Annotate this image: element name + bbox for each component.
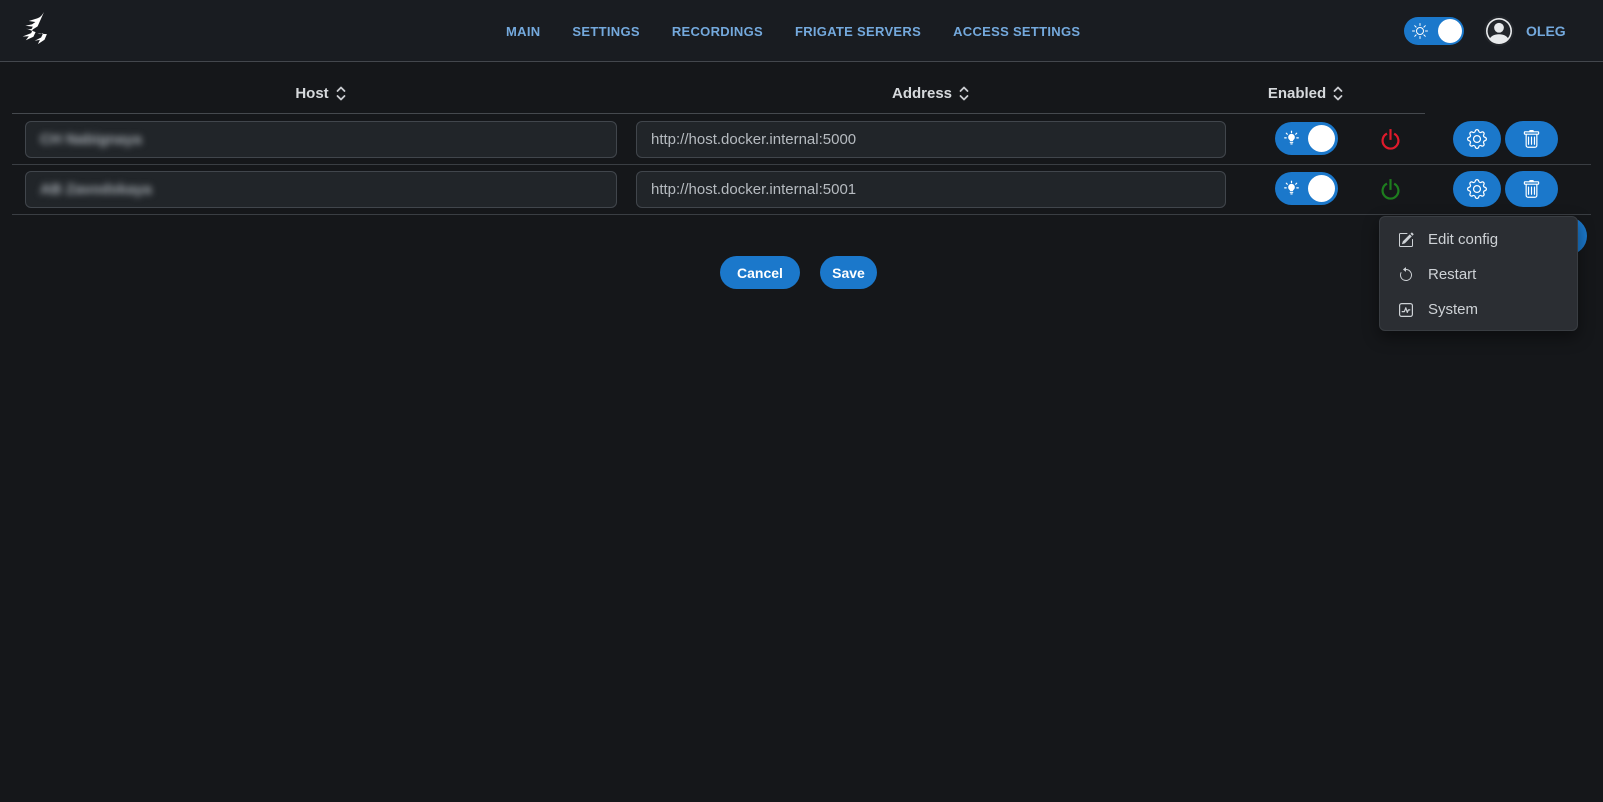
row-divider [12,164,1591,165]
lightbulb-icon [1283,180,1300,197]
sort-icon [1332,85,1344,102]
address-input-row1-wrapper [636,121,1226,158]
nav-item-frigate-servers[interactable]: FRIGATE SERVERS [795,24,921,39]
nav-item-recordings[interactable]: RECORDINGS [672,24,763,39]
settings-button[interactable] [1453,121,1501,157]
menu-item-label: Edit config [1428,231,1498,248]
row-divider [12,214,1591,215]
nav-item-settings[interactable]: SETTINGS [572,24,639,39]
column-header-enabled[interactable]: Enabled [1246,85,1366,102]
menu-item-edit-config[interactable]: Edit config [1380,222,1577,257]
header-divider [12,113,1425,114]
user-avatar[interactable] [1484,16,1514,46]
gear-icon [1467,129,1487,149]
host-input-row1-wrapper [25,121,617,158]
sort-icon [335,85,347,102]
frigate-logo-icon[interactable] [14,8,60,54]
trash-icon [1522,180,1541,199]
restart-arrow-icon [1398,267,1414,283]
enabled-header-label: Enabled [1268,85,1326,102]
top-nav-bar: MAIN SETTINGS RECORDINGS FRIGATE SERVERS… [0,0,1603,62]
address-input-row2-wrapper [636,171,1226,208]
sort-icon [958,85,970,102]
settings-button[interactable] [1453,171,1501,207]
column-header-host[interactable]: Host [25,85,617,102]
column-header-address[interactable]: Address [636,85,1226,102]
toggle-knob [1308,175,1335,202]
delete-button[interactable] [1505,121,1558,157]
power-status-icon[interactable] [1379,128,1402,151]
address-input[interactable] [637,172,1225,207]
main-nav: MAIN SETTINGS RECORDINGS FRIGATE SERVERS… [506,0,1080,62]
cancel-button[interactable]: Cancel [720,256,800,289]
sun-icon [1412,23,1428,39]
address-input[interactable] [637,122,1225,157]
username-label[interactable]: OLEG [1526,23,1566,39]
nav-item-access-settings[interactable]: ACCESS SETTINGS [953,24,1080,39]
address-header-label: Address [892,85,952,102]
toggle-knob [1438,19,1462,43]
host-input[interactable] [26,172,616,207]
system-graph-icon [1398,302,1414,318]
enabled-toggle[interactable] [1275,122,1338,155]
enabled-toggle[interactable] [1275,172,1338,205]
server-context-menu: Edit config Restart System [1379,216,1578,331]
menu-item-label: Restart [1428,266,1476,283]
host-input-row2-wrapper [25,171,617,208]
theme-toggle[interactable] [1404,17,1464,45]
save-button[interactable]: Save [820,256,877,289]
lightbulb-icon [1283,130,1300,147]
power-status-icon[interactable] [1379,178,1402,201]
toggle-knob [1308,125,1335,152]
menu-item-system[interactable]: System [1380,292,1577,327]
host-input[interactable] [26,122,616,157]
pencil-square-icon [1398,232,1414,248]
gear-icon [1467,179,1487,199]
delete-button[interactable] [1505,171,1558,207]
person-circle-icon [1486,18,1512,44]
menu-item-restart[interactable]: Restart [1380,257,1577,292]
nav-item-main[interactable]: MAIN [506,24,540,39]
host-header-label: Host [295,85,328,102]
trash-icon [1522,130,1541,149]
menu-item-label: System [1428,301,1478,318]
